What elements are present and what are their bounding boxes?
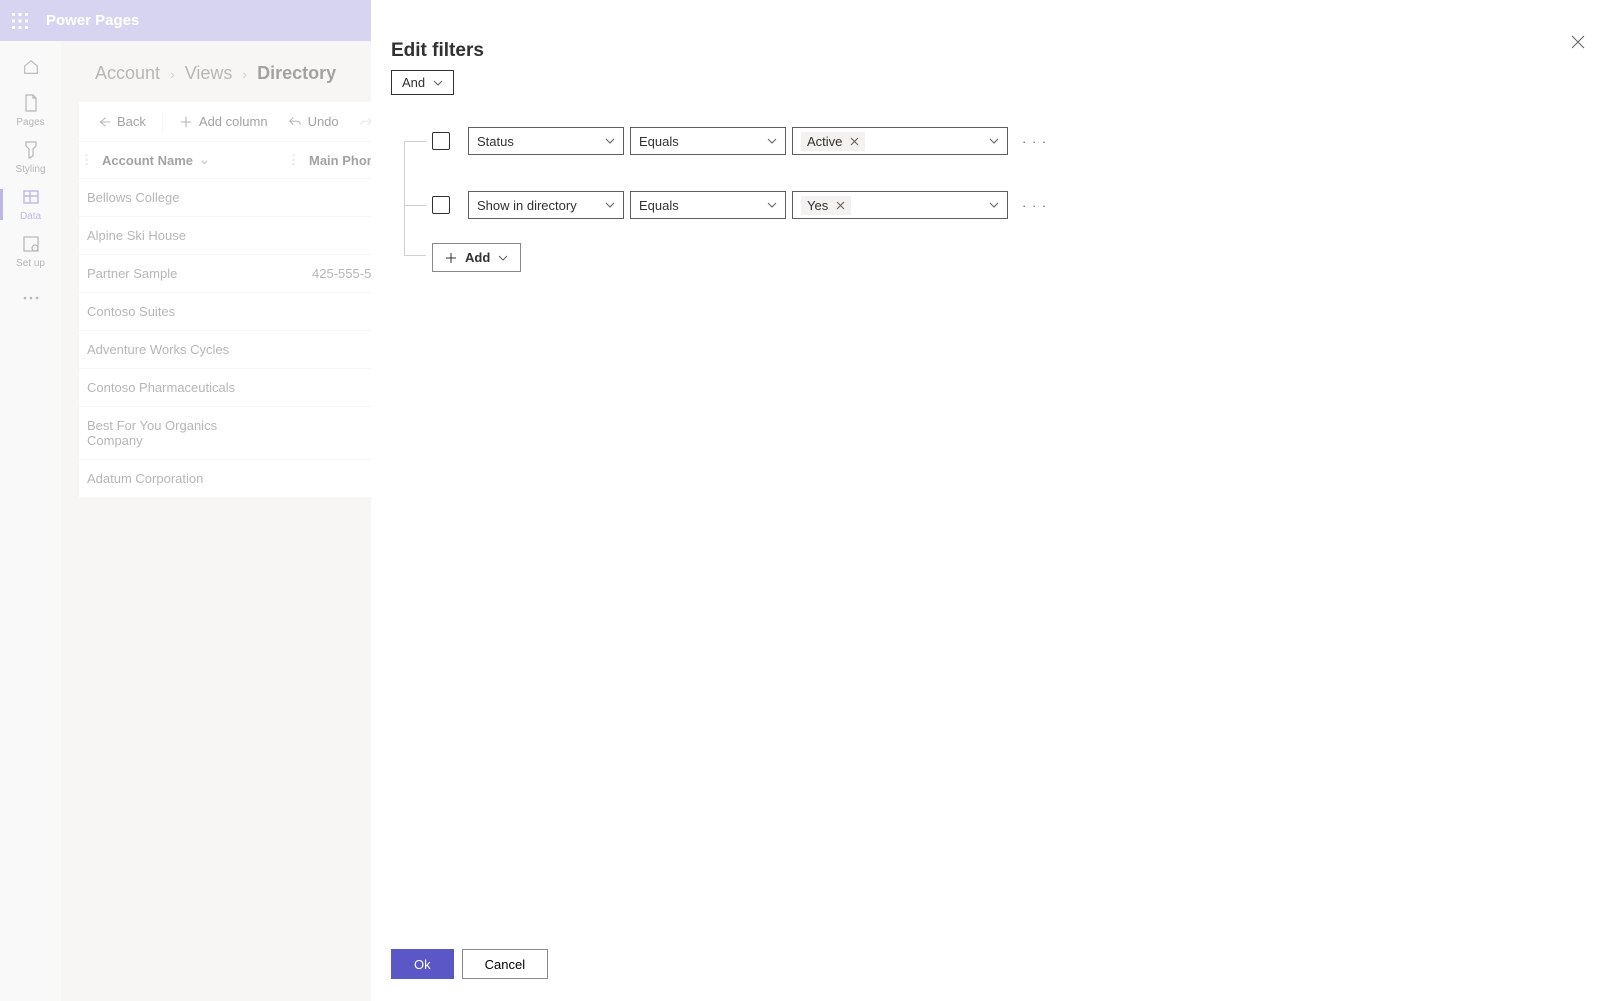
- ok-button[interactable]: Ok: [391, 949, 454, 979]
- operator-dropdown[interactable]: Equals: [630, 191, 786, 219]
- plus-icon: [445, 252, 457, 264]
- chevron-down-icon: [767, 202, 777, 208]
- edit-filters-panel: Edit filters And Status Equals Active · · ·…: [371, 0, 1609, 1001]
- value-text: Active: [807, 134, 842, 149]
- chevron-down-icon: [433, 80, 443, 86]
- row-more-button[interactable]: · · ·: [1022, 134, 1047, 149]
- connector-line: [396, 109, 432, 173]
- add-label: Add: [465, 250, 490, 265]
- cancel-button[interactable]: Cancel: [462, 949, 548, 979]
- field-dropdown[interactable]: Status: [468, 127, 624, 155]
- chevron-down-icon: [767, 138, 777, 144]
- connector-line: [396, 237, 432, 272]
- value-text: Yes: [807, 198, 828, 213]
- logic-dropdown[interactable]: And: [391, 70, 454, 95]
- close-icon: [1571, 35, 1585, 49]
- row-checkbox[interactable]: [432, 132, 450, 150]
- panel-title: Edit filters: [391, 40, 1589, 62]
- logic-value: And: [402, 75, 425, 90]
- row-checkbox[interactable]: [432, 196, 450, 214]
- field-dropdown[interactable]: Show in directory: [468, 191, 624, 219]
- overlay-scrim: [0, 0, 371, 1001]
- close-button[interactable]: [1571, 35, 1585, 49]
- connector-line: [396, 173, 432, 237]
- value-dropdown[interactable]: Active: [792, 127, 1008, 155]
- operator-dropdown[interactable]: Equals: [630, 127, 786, 155]
- panel-footer: Ok Cancel: [391, 949, 548, 979]
- operator-value: Equals: [639, 198, 679, 213]
- filter-row: Show in directory Equals Yes · · ·: [432, 173, 1047, 237]
- field-value: Show in directory: [477, 198, 577, 213]
- row-more-button[interactable]: · · ·: [1022, 198, 1047, 213]
- add-filter-button[interactable]: Add: [432, 243, 521, 272]
- value-dropdown[interactable]: Yes: [792, 191, 1008, 219]
- value-tag: Yes: [801, 196, 851, 215]
- remove-tag-button[interactable]: [836, 201, 845, 210]
- remove-tag-button[interactable]: [850, 137, 859, 146]
- chevron-down-icon: [605, 202, 615, 208]
- chevron-down-icon: [605, 138, 615, 144]
- chevron-down-icon: [989, 138, 999, 144]
- operator-value: Equals: [639, 134, 679, 149]
- value-tag: Active: [801, 132, 865, 151]
- filter-row: Status Equals Active · · ·: [432, 109, 1047, 173]
- chevron-down-icon: [989, 202, 999, 208]
- chevron-down-icon: [498, 255, 508, 261]
- field-value: Status: [477, 134, 514, 149]
